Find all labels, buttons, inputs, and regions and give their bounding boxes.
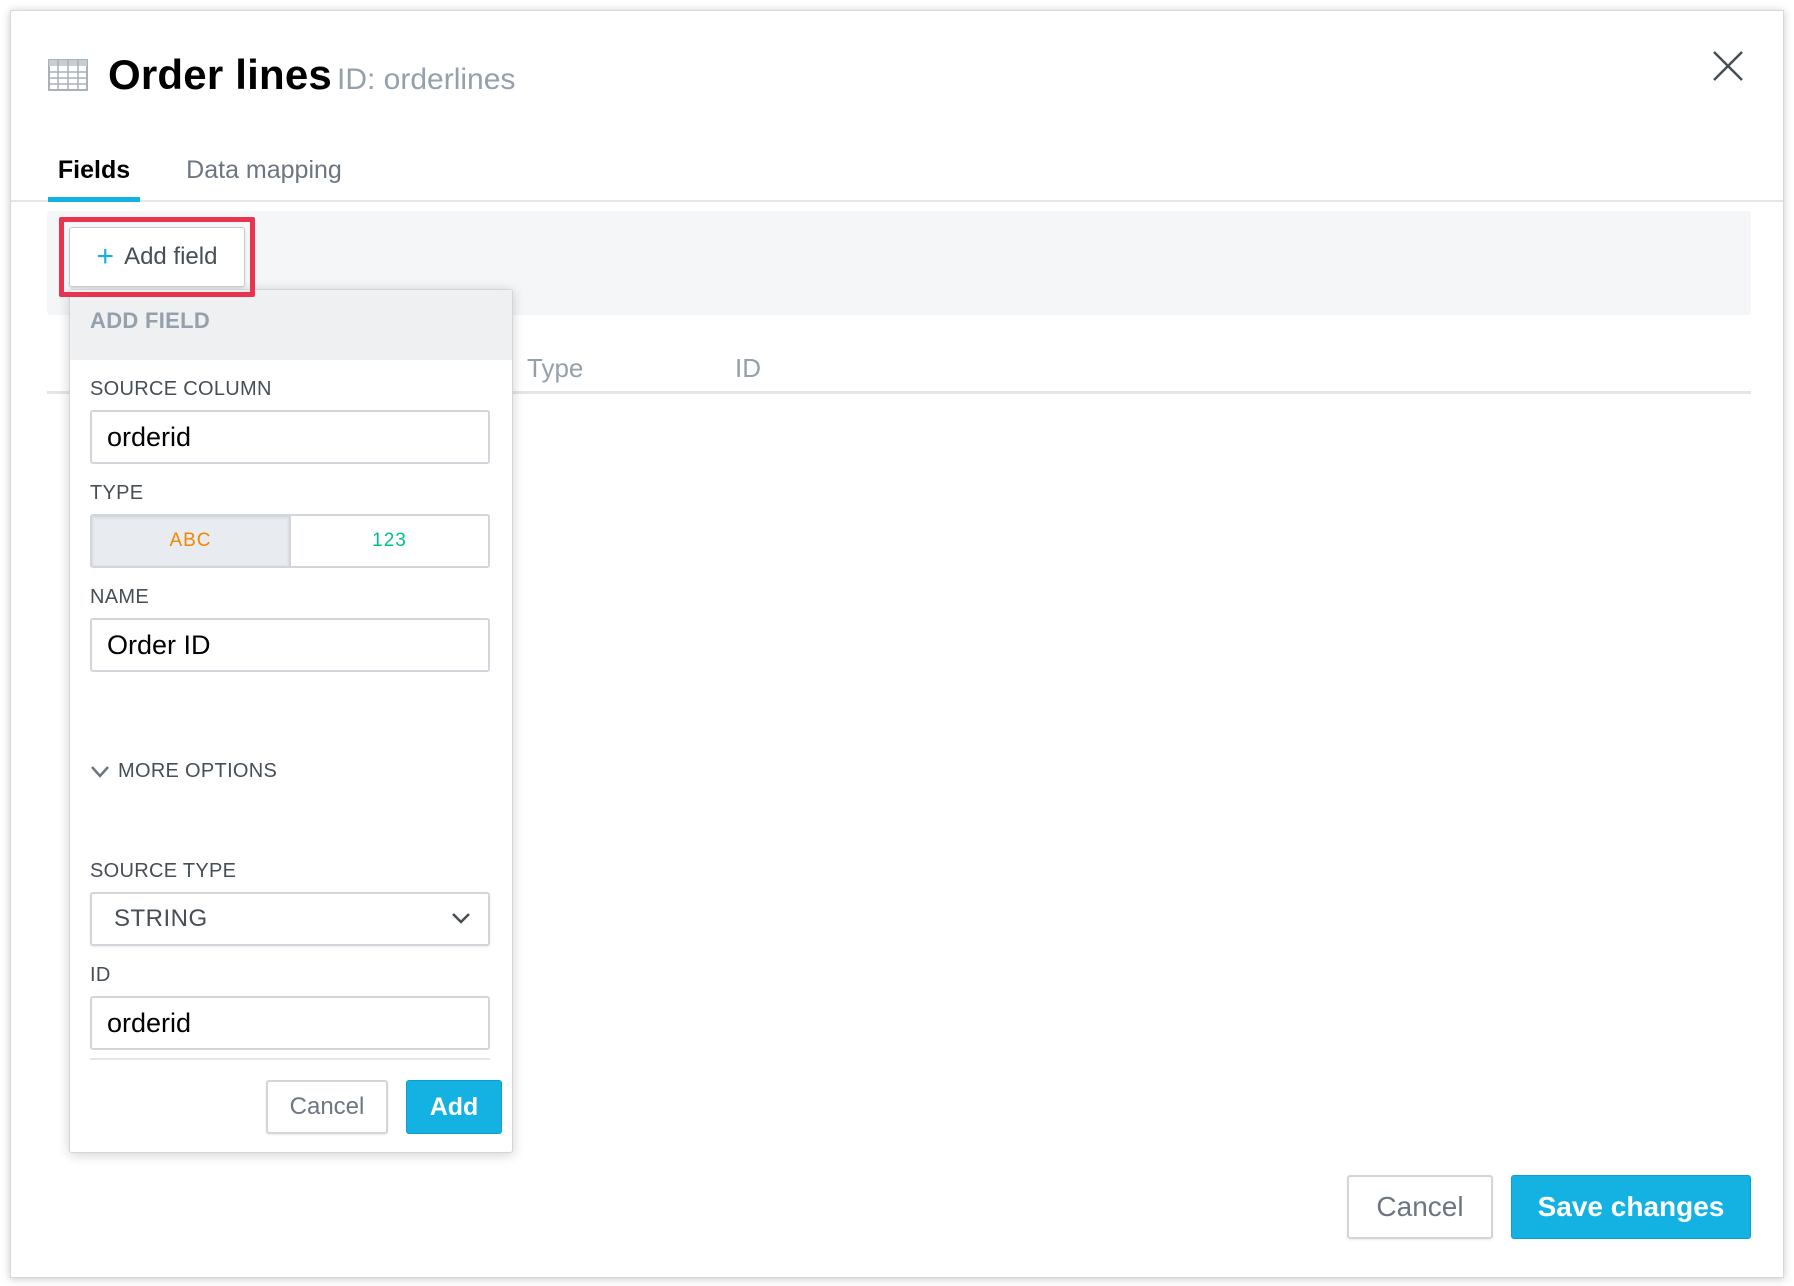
more-options-toggle[interactable]: MORE OPTIONS [90, 760, 277, 783]
add-field-popover: ADD FIELD SOURCE COLUMN orderid TYPE ABC… [69, 289, 513, 1153]
source-column-label: SOURCE COLUMN [90, 378, 272, 400]
popover-title: ADD FIELD [70, 290, 512, 360]
type-option-numeric[interactable]: 123 [291, 516, 488, 566]
close-icon[interactable] [1711, 49, 1745, 83]
tab-bar: Fields Data mapping [11, 148, 1783, 202]
cancel-button[interactable]: Cancel [1347, 1175, 1493, 1239]
table-grid-icon [48, 59, 88, 91]
stage: Order lines ID: orderlines Fields Data m… [0, 0, 1794, 1286]
id-label: ID [90, 964, 111, 986]
popover-add-button[interactable]: Add [406, 1080, 502, 1134]
column-header-id: ID [735, 353, 761, 383]
popover-cancel-button[interactable]: Cancel [266, 1080, 388, 1134]
popover-divider [90, 1058, 490, 1060]
source-type-label: SOURCE TYPE [90, 860, 237, 882]
name-input[interactable]: Order ID [90, 618, 490, 672]
edit-dataset-dialog: Order lines ID: orderlines Fields Data m… [10, 10, 1784, 1278]
tab-data-mapping[interactable]: Data mapping [179, 148, 349, 198]
id-input[interactable]: orderid [90, 996, 490, 1050]
source-type-value: STRING [114, 905, 208, 932]
source-type-select[interactable]: STRING [90, 892, 490, 946]
more-options-label: MORE OPTIONS [118, 760, 278, 782]
dataset-id-label: ID: orderlines [337, 63, 516, 96]
highlight-frame [59, 217, 255, 297]
tab-fields[interactable]: Fields [48, 148, 140, 202]
name-label: NAME [90, 586, 149, 608]
type-option-text[interactable]: ABC [92, 516, 291, 566]
column-header-type: Type [527, 353, 584, 383]
dialog-title: Order lines [108, 51, 332, 98]
chevron-down-icon [452, 913, 470, 924]
source-column-input[interactable]: orderid [90, 410, 490, 464]
save-changes-button[interactable]: Save changes [1511, 1175, 1751, 1239]
type-toggle: ABC 123 [90, 514, 490, 568]
chevron-down-icon [91, 765, 109, 778]
type-label: TYPE [90, 482, 144, 504]
